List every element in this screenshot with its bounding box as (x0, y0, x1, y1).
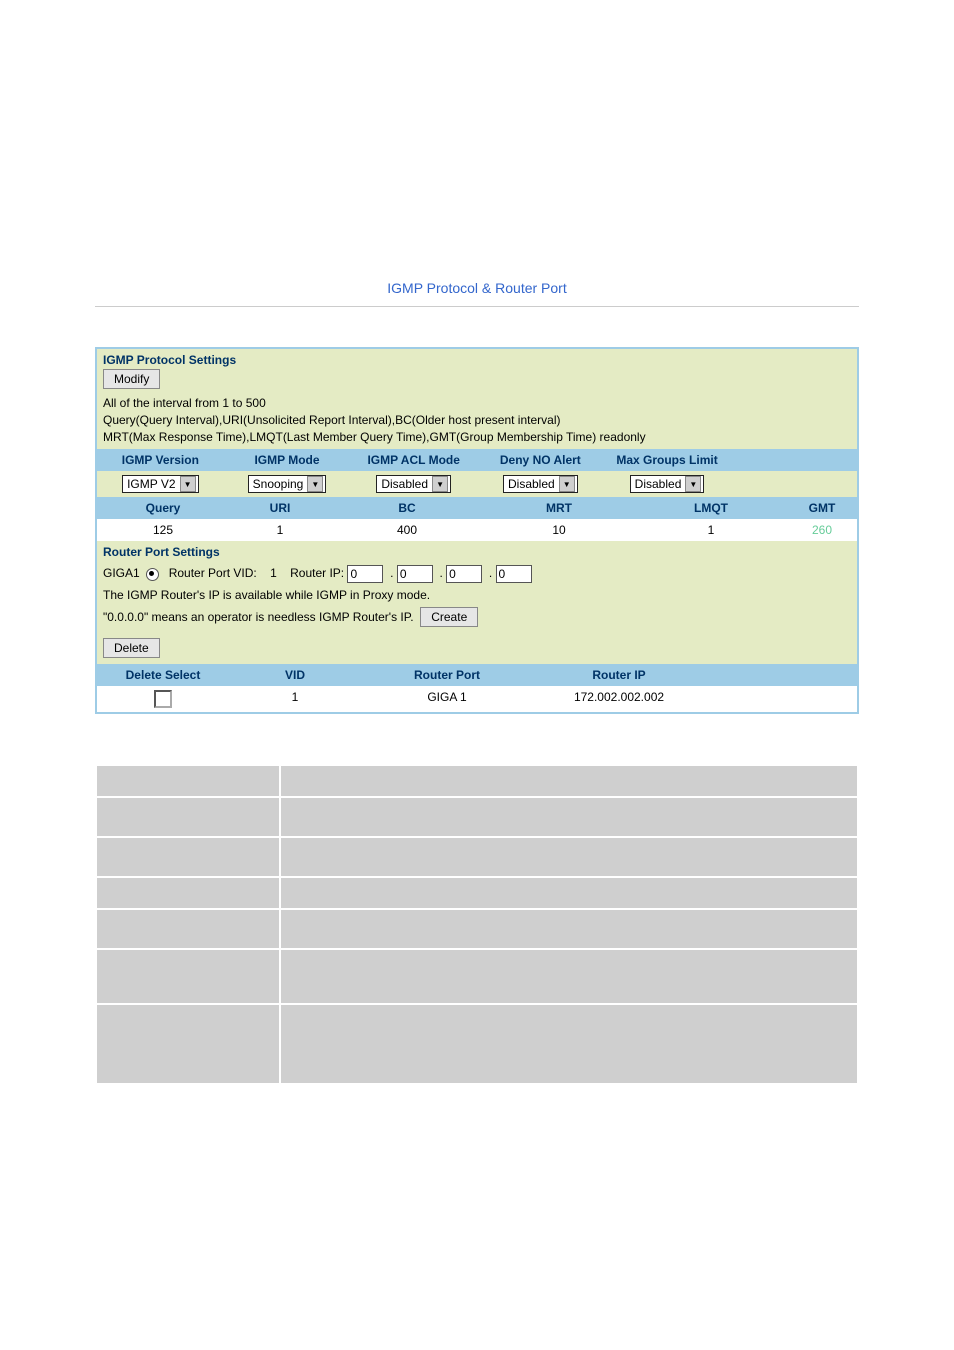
protocol-table1-header: IGMP Version IGMP Mode IGMP ACL Mode Den… (97, 449, 857, 471)
col-router-port: Router Port (361, 664, 533, 686)
col-gmt: GMT (787, 497, 857, 519)
router-note-1: The IGMP Router's IP is available while … (103, 585, 851, 607)
router-ip-octet-4[interactable] (496, 565, 532, 583)
router-port-line1: GIGA1 Router Port VID: 1 Router IP: . . … (103, 563, 851, 585)
chevron-down-icon: ▼ (559, 476, 575, 492)
router-note-2: "0.0.0.0" means an operator is needless … (103, 610, 414, 624)
col-max-groups: Max Groups Limit (604, 449, 731, 471)
router-note-2-line: "0.0.0.0" means an operator is needless … (103, 607, 851, 629)
val-lmqt: 1 (635, 519, 787, 541)
col-query: Query (97, 497, 229, 519)
col-spacer (705, 664, 857, 686)
chevron-down-icon: ▼ (685, 476, 701, 492)
router-port-heading: Router Port Settings (97, 541, 857, 559)
col-lmqt: LMQT (635, 497, 787, 519)
col-deny-no-alert: Deny NO Alert (477, 449, 604, 471)
table-row (96, 797, 858, 837)
protocol-info-block: All of the interval from 1 to 500 Query(… (97, 393, 857, 449)
router-table-row: 1 GIGA 1 172.002.002.002 (97, 686, 857, 712)
table-row (96, 909, 858, 949)
chevron-down-icon: ▼ (307, 476, 323, 492)
col-mrt: MRT (483, 497, 635, 519)
col-delete-select: Delete Select (97, 664, 229, 686)
router-ip-octet-1[interactable] (347, 565, 383, 583)
table-row (96, 1004, 858, 1084)
col-igmp-acl: IGMP ACL Mode (350, 449, 477, 471)
val-bc: 400 (331, 519, 483, 541)
igmp-acl-value: Disabled (381, 477, 428, 491)
col-router-ip: Router IP (533, 664, 705, 686)
title-divider (95, 306, 859, 307)
info-line-1: All of the interval from 1 to 500 (103, 395, 851, 412)
router-ip-label: Router IP: (290, 566, 344, 580)
row-router-port: GIGA 1 (361, 686, 533, 712)
col-spacer (730, 449, 857, 471)
info-line-2: Query(Query Interval),URI(Unsolicited Re… (103, 412, 851, 429)
protocol-settings-heading: IGMP Protocol Settings (97, 349, 857, 367)
max-groups-select[interactable]: Disabled ▼ (630, 475, 705, 493)
router-ip-octet-3[interactable] (446, 565, 482, 583)
giga-label: GIGA1 (103, 566, 140, 580)
igmp-mode-select[interactable]: Snooping ▼ (248, 475, 327, 493)
igmp-version-select[interactable]: IGMP V2 ▼ (122, 475, 198, 493)
row-vid: 1 (229, 686, 361, 712)
protocol-table1-row: IGMP V2 ▼ Snooping ▼ Disabled ▼ Disabled… (97, 471, 857, 497)
table-row (96, 837, 858, 877)
delete-row: Delete (97, 632, 857, 664)
col-igmp-version: IGMP Version (97, 449, 224, 471)
modify-row: Modify (97, 367, 857, 393)
igmp-acl-select[interactable]: Disabled ▼ (376, 475, 451, 493)
col-igmp-mode: IGMP Mode (224, 449, 351, 471)
chevron-down-icon: ▼ (180, 476, 196, 492)
router-port-vid-label: Router Port VID: (169, 566, 257, 580)
delete-select-checkbox[interactable] (154, 690, 172, 708)
lower-empty-table (95, 764, 859, 1085)
chevron-down-icon: ▼ (432, 476, 448, 492)
val-uri: 1 (229, 519, 331, 541)
router-table-header: Delete Select VID Router Port Router IP (97, 664, 857, 686)
router-port-block: GIGA1 Router Port VID: 1 Router IP: . . … (97, 559, 857, 632)
col-bc: BC (331, 497, 483, 519)
router-ip-octet-2[interactable] (397, 565, 433, 583)
val-mrt: 10 (483, 519, 635, 541)
protocol-table2-row: 125 1 400 10 1 260 (97, 519, 857, 541)
main-panel: IGMP Protocol Settings Modify All of the… (95, 347, 859, 714)
table-row (96, 949, 858, 1004)
router-port-vid-value: 1 (270, 566, 277, 580)
delete-button[interactable]: Delete (103, 638, 160, 658)
val-gmt: 260 (787, 519, 857, 541)
row-router-ip: 172.002.002.002 (533, 686, 705, 712)
table-row (96, 877, 858, 909)
max-groups-value: Disabled (635, 477, 682, 491)
create-button[interactable]: Create (420, 607, 478, 627)
igmp-version-value: IGMP V2 (127, 477, 175, 491)
deny-no-alert-select[interactable]: Disabled ▼ (503, 475, 578, 493)
val-query: 125 (97, 519, 229, 541)
protocol-table2-header: Query URI BC MRT LMQT GMT (97, 497, 857, 519)
info-line-3: MRT(Max Response Time),LMQT(Last Member … (103, 429, 851, 446)
giga1-radio[interactable] (146, 568, 159, 581)
deny-no-alert-value: Disabled (508, 477, 555, 491)
col-vid: VID (229, 664, 361, 686)
page-title: IGMP Protocol & Router Port (0, 270, 954, 306)
modify-button[interactable]: Modify (103, 369, 160, 389)
igmp-mode-value: Snooping (253, 477, 304, 491)
table-row (96, 765, 858, 797)
col-uri: URI (229, 497, 331, 519)
